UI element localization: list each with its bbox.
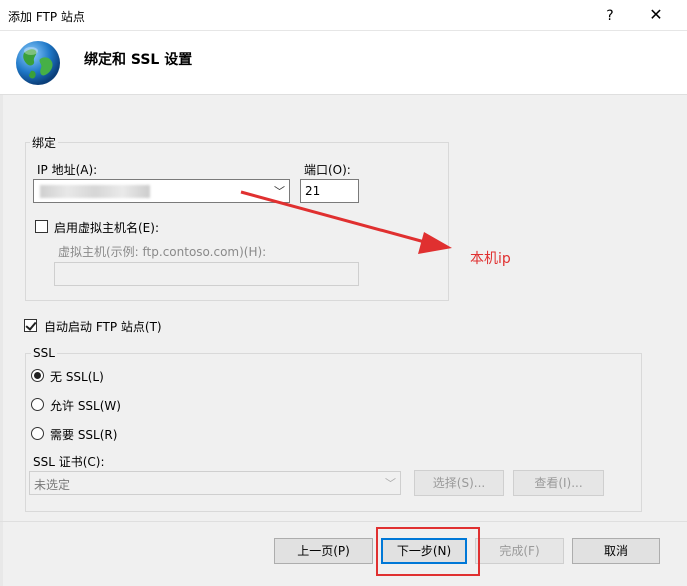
previous-button[interactable]: 上一页(P): [274, 538, 373, 564]
ssl-require-label[interactable]: 需要 SSL(R): [50, 426, 117, 443]
select-cert-button[interactable]: 选择(S)...: [414, 470, 504, 496]
close-button[interactable]: ✕: [644, 4, 668, 26]
ssl-allow-label[interactable]: 允许 SSL(W): [50, 397, 121, 414]
autostart-label[interactable]: 自动启动 FTP 站点(T): [44, 318, 162, 335]
wizard-header: 绑定和 SSL 设置: [0, 31, 687, 95]
globe-icon: [16, 41, 60, 85]
page-title: 绑定和 SSL 设置: [84, 52, 193, 68]
ip-address-combo[interactable]: ﹀: [33, 179, 290, 203]
annotation-text: 本机ip: [470, 251, 511, 267]
vhost-label: 虚拟主机(示例: ftp.contoso.com)(H):: [58, 245, 267, 259]
chevron-down-icon: ﹀: [274, 185, 285, 198]
vhost-checkbox-label[interactable]: 启用虚拟主机名(E):: [54, 219, 159, 236]
ip-address-value-redacted: [40, 185, 150, 198]
help-button[interactable]: ?: [598, 6, 622, 26]
view-cert-button[interactable]: 查看(I)...: [513, 470, 604, 496]
finish-button[interactable]: 完成(F): [475, 538, 564, 564]
cancel-button[interactable]: 取消: [572, 538, 660, 564]
window-title: 添加 FTP 站点: [8, 10, 85, 24]
ssl-cert-label: SSL 证书(C):: [33, 455, 105, 469]
vhost-input[interactable]: [54, 262, 359, 286]
binding-group-label: 绑定: [30, 134, 59, 151]
ssl-none-radio[interactable]: [31, 369, 44, 382]
ssl-allow-radio[interactable]: [31, 398, 44, 411]
ssl-none-label[interactable]: 无 SSL(L): [50, 368, 104, 385]
left-edge: [0, 95, 3, 586]
ip-address-label: IP 地址(A):: [37, 163, 98, 177]
ssl-require-radio[interactable]: [31, 427, 44, 440]
chevron-down-icon: ﹀: [385, 477, 396, 490]
ssl-cert-combo[interactable]: 未选定 ﹀: [29, 471, 401, 495]
title-bar: 添加 FTP 站点 ? ✕: [0, 0, 687, 31]
autostart-checkbox[interactable]: [24, 319, 37, 332]
ssl-group-label: SSL: [31, 346, 57, 360]
next-button-highlight: [376, 527, 480, 576]
port-input[interactable]: 21: [300, 179, 359, 203]
footer-separator: [0, 521, 687, 522]
port-label: 端口(O):: [304, 163, 351, 177]
vhost-checkbox[interactable]: [35, 220, 48, 233]
